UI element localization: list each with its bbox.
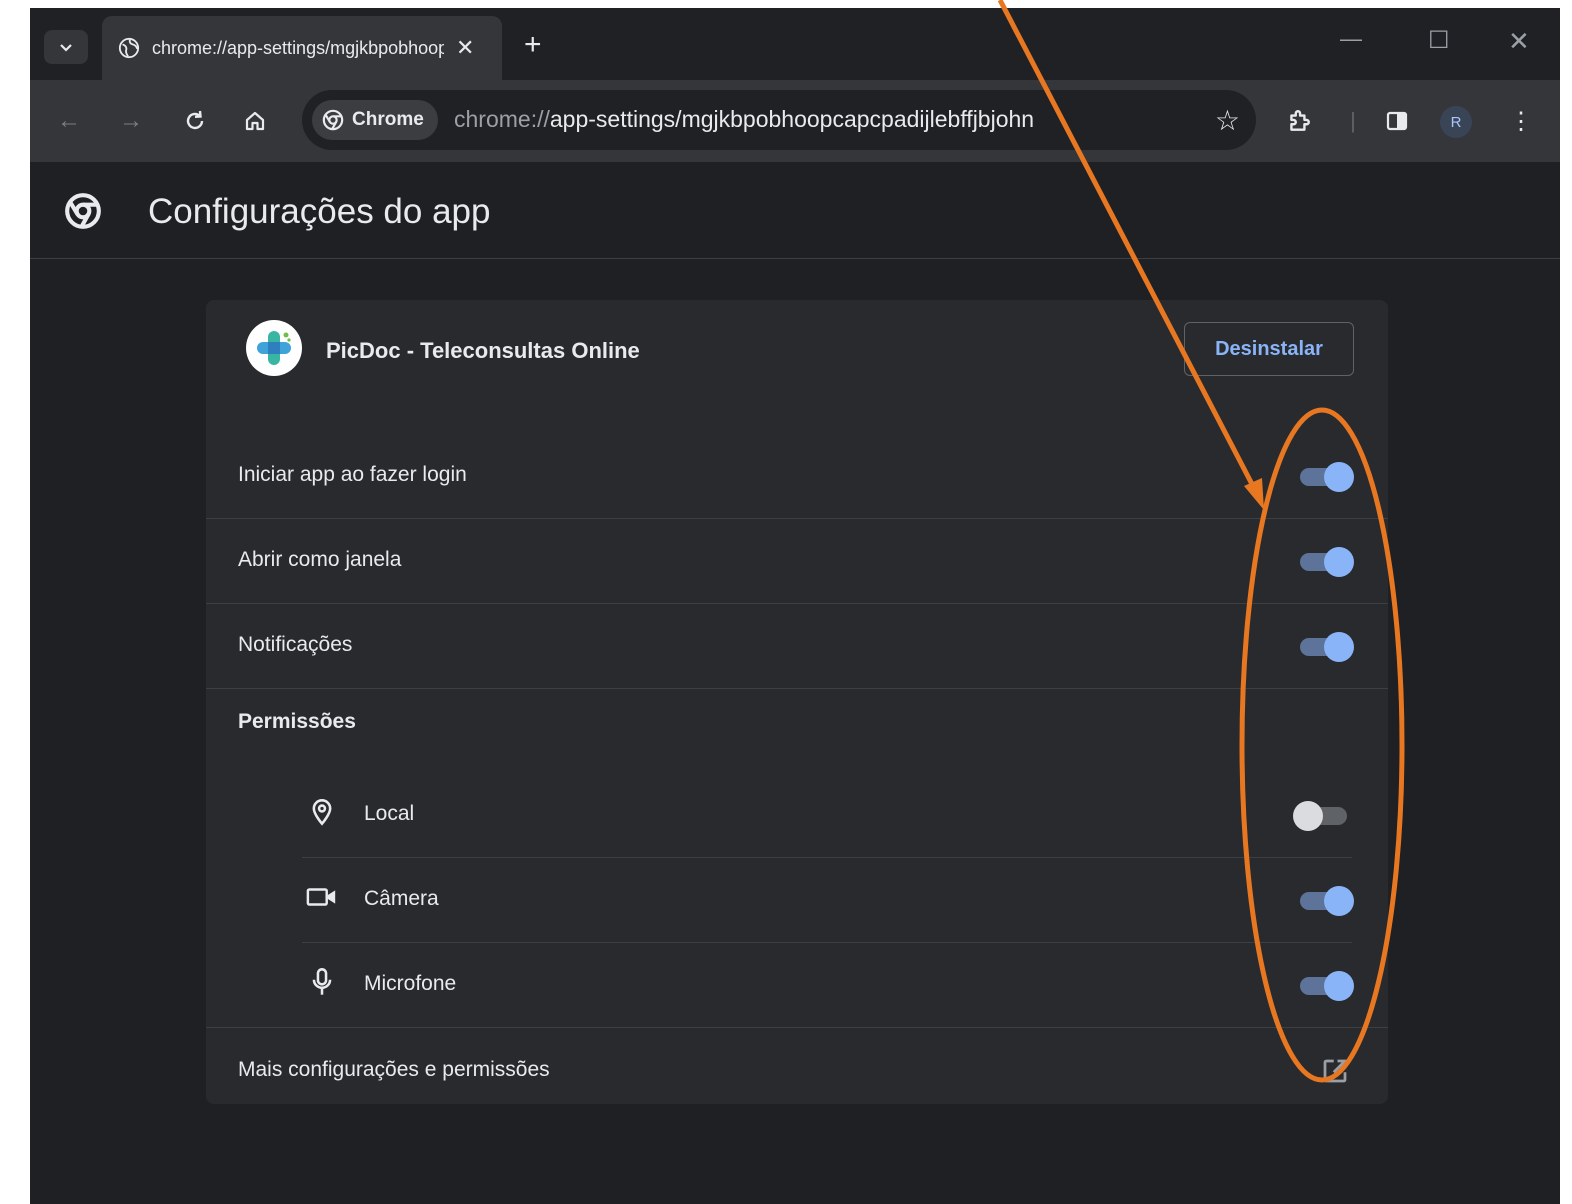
bookmark-star-icon[interactable]: ☆ — [1215, 104, 1240, 137]
address-bar[interactable]: Chrome chrome://app-settings/mgjkbpobhoo… — [302, 90, 1256, 150]
tab-title: chrome://app-settings/mgjkbpobhoopcapcpa… — [152, 37, 444, 58]
setting-label: Iniciar app ao fazer login — [238, 463, 467, 486]
setting-row-notifications: Notificações — [206, 603, 1388, 689]
browser-window: chrome://app-settings/mgjkbpobhoopcapcpa… — [30, 8, 1560, 1204]
permission-label: Local — [364, 802, 415, 825]
permission-row-camera: Câmera — [302, 857, 1354, 943]
tab-strip: chrome://app-settings/mgjkbpobhoopcapcpa… — [30, 8, 1560, 80]
page-title: Configurações do app — [148, 192, 491, 231]
location-toggle[interactable] — [1293, 800, 1351, 832]
launch-at-login-toggle[interactable] — [1298, 461, 1354, 493]
permission-label: Microfone — [364, 972, 457, 995]
app-header: PicDoc - Teleconsultas Online Desinstala… — [206, 300, 1388, 406]
setting-row-launch-at-login: Iniciar app ao fazer login — [206, 433, 1388, 519]
more-menu-icon[interactable]: ⋮ — [1506, 106, 1536, 136]
home-icon[interactable] — [240, 106, 270, 136]
maximize-icon[interactable]: ☐ — [1428, 26, 1450, 55]
permissions-heading: Permissões — [238, 710, 356, 733]
extensions-icon[interactable] — [1284, 106, 1314, 136]
microphone-toggle[interactable] — [1298, 970, 1354, 1002]
open-as-window-toggle[interactable] — [1298, 546, 1354, 578]
app-logo — [246, 320, 302, 376]
globe-icon — [118, 37, 140, 59]
app-name: PicDoc - Teleconsultas Online — [326, 338, 640, 363]
active-tab[interactable]: chrome://app-settings/mgjkbpobhoopcapcpa… — [102, 16, 502, 80]
location-pin-icon — [306, 796, 338, 828]
toolbar-divider: | — [1350, 108, 1356, 133]
side-panel-icon[interactable] — [1382, 106, 1412, 136]
permission-label: Câmera — [364, 887, 439, 910]
chrome-icon — [322, 109, 344, 131]
back-icon[interactable]: ← — [54, 106, 84, 136]
tab-search-button[interactable] — [44, 30, 88, 64]
notifications-toggle[interactable] — [1298, 631, 1354, 663]
camera-icon — [306, 881, 338, 913]
setting-label: Notificações — [238, 633, 353, 656]
chevron-down-icon — [60, 44, 72, 52]
medical-cross-icon — [257, 331, 291, 365]
url-text: chrome://app-settings/mgjkbpobhoopcapcpa… — [454, 106, 1035, 132]
camera-toggle[interactable] — [1298, 885, 1354, 917]
close-window-icon[interactable]: ✕ — [1508, 26, 1530, 57]
new-tab-icon[interactable]: + — [524, 28, 542, 62]
microphone-icon — [306, 966, 338, 998]
setting-label: Abrir como janela — [238, 548, 402, 571]
forward-icon[interactable]: → — [116, 106, 146, 136]
permission-row-microphone: Microfone — [302, 942, 1354, 1027]
page-header: Configurações do app — [30, 162, 1560, 259]
permission-row-location: Local — [302, 772, 1352, 858]
profile-avatar[interactable]: R — [1440, 106, 1472, 138]
toolbar: ← → Chrome chrome://app-settings/mgjkbpo… — [30, 80, 1560, 163]
app-settings-card: PicDoc - Teleconsultas Online Desinstala… — [206, 300, 1388, 1104]
site-chip[interactable]: Chrome — [312, 100, 438, 140]
more-settings-row[interactable]: Mais configurações e permissões — [206, 1027, 1388, 1113]
tab-close-icon[interactable]: ✕ — [456, 35, 474, 61]
more-settings-label: Mais configurações e permissões — [238, 1058, 550, 1081]
setting-row-open-as-window: Abrir como janela — [206, 518, 1388, 604]
reload-icon[interactable] — [180, 106, 210, 136]
chrome-logo-icon — [65, 193, 101, 229]
uninstall-button[interactable]: Desinstalar — [1184, 322, 1354, 376]
open-in-new-icon[interactable] — [1320, 1056, 1350, 1086]
minimize-icon[interactable]: — — [1340, 26, 1362, 52]
site-chip-label: Chrome — [352, 109, 424, 130]
